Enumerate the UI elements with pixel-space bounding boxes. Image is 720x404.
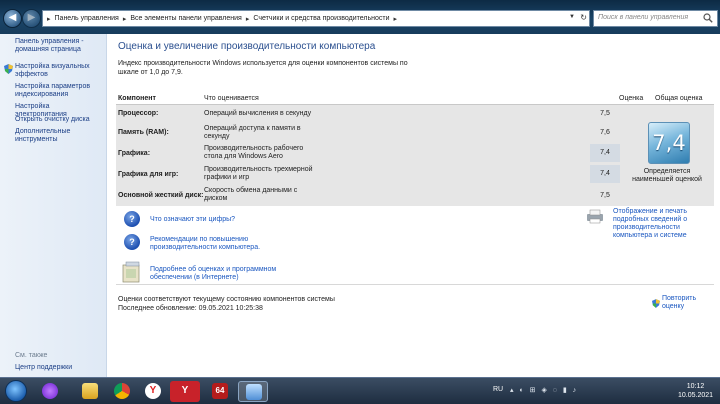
shield-icon [4,64,13,74]
link-print-details[interactable]: Отображение и печать подробных сведений … [613,208,718,240]
control-panel-icon [246,384,262,400]
search-placeholder: Поиск в панели управления [598,14,689,21]
page-title: Оценка и увеличение производительности к… [118,41,376,52]
help-icon: ? [124,234,140,250]
row-component: Память (RAM): [118,129,169,136]
row-component: Процессор: [118,110,159,117]
column-header-what: Что оценивается [204,95,259,102]
tray-icons[interactable]: ▴ ◐ ⊞ ◈ ◌ ▮ ♪ [510,386,578,394]
address-bar: ◀ ▶ ▸ Панель управления ▸ Все элементы п… [0,0,720,34]
taskbar-app-control-panel[interactable] [238,381,268,402]
breadcrumb[interactable]: ▸ Панель управления ▸ Все элементы панел… [42,10,590,27]
last-update-text: Последнее обновление: 09.05.2021 10:25:3… [118,305,263,312]
table-row: Графика для игр: Производительность трех… [116,164,620,185]
row-description: Операций вычисления в секунду [204,110,312,117]
row-description: Производительность рабочего стола для Wi… [204,145,304,160]
row-score: 7,5 [600,110,610,117]
clock[interactable]: 10:12 10.05.2021 [678,382,713,400]
software-box-icon [122,261,140,283]
folder-icon [82,383,98,399]
main-content: Оценка и увеличение производительности к… [108,34,720,377]
row-component: Основной жесткий диск: [118,192,204,199]
chevron-down-icon[interactable]: ▼ [569,14,575,20]
table-row: Память (RAM): Операций доступа к памяти … [116,123,620,142]
taskbar: Y Y 64 RU ▴ ◐ ⊞ ◈ ◌ ▮ ♪ 10:12 10.05.2021 [0,377,720,404]
table-header: Компонент Что оценивается Оценка Общая о… [116,91,714,105]
breadcrumb-root-icon[interactable]: ▸ [47,15,51,23]
divider [116,284,714,285]
row-score: 7,4 [590,165,620,183]
overall-score-caption: Определяется наименьшей оценкой [632,168,702,183]
row-description: Производительность трехмерной графики и … [204,166,313,181]
clock-date: 10.05.2021 [678,392,714,399]
row-score: 7,4 [590,144,620,162]
link-what-numbers-mean[interactable]: Что означают эти цифры? [150,216,235,224]
table-row: Процессор: Операций вычисления в секунду… [116,105,620,123]
sidebar-item-advanced-tools[interactable]: Дополнительные инструменты [15,128,103,144]
yandex-browser-icon: Y [145,383,161,399]
breadcrumb-item-performance[interactable]: Счетчики и средства производительности [253,15,389,22]
row-description: Операций доступа к памяти в секунду [204,125,301,140]
help-icon: ? [124,211,140,227]
refresh-icon[interactable]: ↻ [580,13,587,22]
sidebar-item-home[interactable]: Панель управления - домашняя страница [15,38,103,54]
chevron-right-icon[interactable]: ▸ [394,15,398,23]
forward-button[interactable]: ▶ [22,9,41,28]
shield-icon [652,298,660,308]
printer-icon [587,209,603,224]
back-button[interactable]: ◀ [3,9,22,28]
search-icon[interactable] [703,13,713,23]
table-row: Основной жесткий диск: Скорость обмена д… [116,185,620,206]
overall-score-panel: 7,4 Определяется наименьшей оценкой [620,105,714,206]
language-indicator[interactable]: RU [493,386,503,393]
link-more-details[interactable]: Подробнее об оценках и программном обесп… [150,266,290,282]
overall-score-badge: 7,4 [648,122,690,164]
taskbar-app-alice[interactable] [35,381,65,402]
column-header-score: Оценка [619,95,644,102]
sidebar-item-action-center[interactable]: Центр поддержки [15,364,103,372]
sidebar-item-indexing[interactable]: Настройка параметров индексирования [15,83,103,99]
see-also-heading: См. также [15,352,48,359]
row-component: Графика для игр: [118,171,179,178]
link-recommendations[interactable]: Рекомендации по повышению производительн… [150,236,270,252]
column-header-component: Компонент [118,95,156,102]
row-score: 7,6 [600,129,610,136]
row-score: 7,5 [600,192,610,199]
yandex-browser-icon: Y [181,385,189,396]
sidebar-item-visual-effects[interactable]: Настройка визуальных эффектов [15,63,103,79]
taskbar-app-yandex-pinned[interactable]: Y [170,381,200,402]
sidebar-item-disk-cleanup[interactable]: Открыть очистку диска [15,116,103,124]
aida64-icon: 64 [212,383,228,399]
rerun-assessment-button[interactable]: Повторить оценку [652,295,720,311]
alice-assistant-icon [42,383,58,399]
row-description: Скорость обмена данными с диском [204,187,298,202]
taskbar-app-chrome[interactable] [107,381,137,402]
chevron-right-icon[interactable]: ▸ [246,15,250,23]
left-navigation-pane: Панель управления - домашняя страница На… [0,34,107,377]
column-header-overall: Общая оценка [655,95,703,102]
chrome-icon [114,383,130,399]
clock-time: 10:12 [686,383,705,390]
row-component: Графика: [118,150,151,157]
start-orb-icon[interactable] [5,380,27,402]
taskbar-app-yandex[interactable]: Y [138,381,168,402]
taskbar-app-explorer[interactable] [75,381,105,402]
intro-text: Индекс производительности Windows исполь… [118,60,408,76]
status-text: Оценки соответствуют текущему состоянию … [118,296,335,303]
table-row: Графика: Производительность рабочего сто… [116,142,620,164]
taskbar-app-aida64[interactable]: 64 [205,381,235,402]
chevron-right-icon[interactable]: ▸ [123,15,127,23]
search-input[interactable]: Поиск в панели управления [593,10,718,27]
rerun-assessment-label[interactable]: Повторить оценку [662,295,720,311]
breadcrumb-item-control-panel[interactable]: Панель управления [55,15,119,22]
breadcrumb-item-all-items[interactable]: Все элементы панели управления [130,15,241,22]
